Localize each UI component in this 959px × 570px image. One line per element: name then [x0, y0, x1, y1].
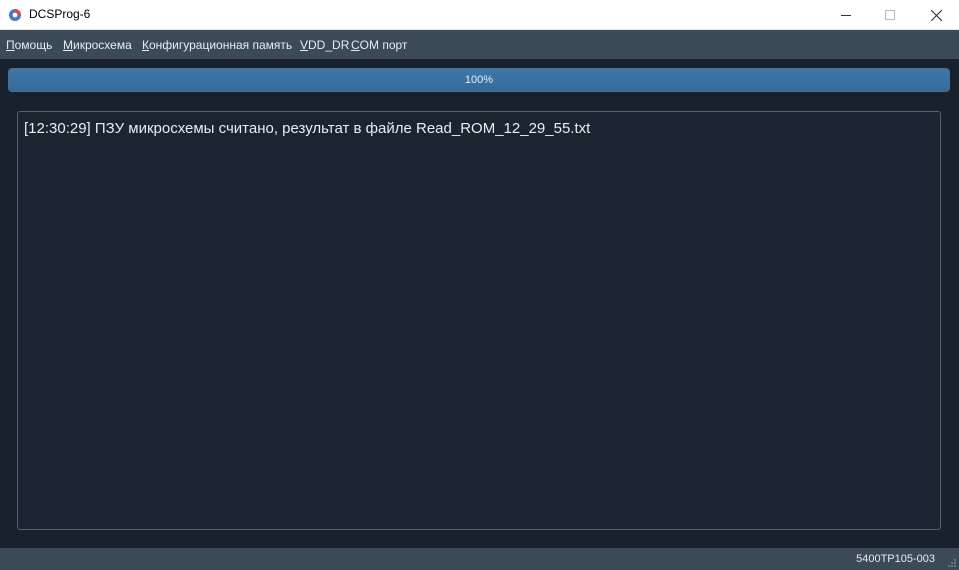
- window-title: DCSProg-6: [29, 7, 91, 21]
- menu-help-mnemonic: П: [6, 38, 15, 52]
- menu-chip-label: икросхема: [73, 38, 132, 52]
- menu-com-port[interactable]: COM порт: [351, 38, 407, 52]
- menu-config-memory-label: онфигурационная память: [149, 38, 293, 52]
- menu-config-memory[interactable]: Конфигурационная память: [142, 38, 292, 52]
- menu-chip-mnemonic: М: [63, 38, 73, 52]
- maximize-button[interactable]: [867, 0, 913, 30]
- menu-bar: Помощь Микросхема Конфигурационная памят…: [0, 30, 959, 59]
- progress-bar: 100%: [8, 68, 950, 92]
- status-bar: 5400TP105-003: [0, 548, 959, 570]
- app-logo-icon: [9, 9, 21, 21]
- title-bar: DCSProg-6: [0, 0, 959, 30]
- menu-config-memory-mnemonic: К: [142, 38, 149, 52]
- log-output[interactable]: [12:30:29] ПЗУ микросхемы считано, резул…: [17, 111, 941, 530]
- log-line: [12:30:29] ПЗУ микросхемы считано, резул…: [24, 120, 591, 137]
- minimize-button[interactable]: [823, 0, 869, 30]
- menu-vdd-dr[interactable]: VDD_DR: [300, 38, 349, 52]
- close-button[interactable]: [913, 0, 959, 30]
- resize-grip-icon[interactable]: [947, 558, 957, 568]
- menu-help[interactable]: Помощь: [6, 38, 52, 52]
- menu-vdd-dr-label: DD_DR: [308, 38, 350, 52]
- minimize-icon: [841, 15, 851, 16]
- maximize-icon: [885, 10, 895, 20]
- menu-vdd-dr-mnemonic: V: [300, 38, 309, 52]
- close-icon: [930, 9, 942, 21]
- menu-chip[interactable]: Микросхема: [63, 38, 132, 52]
- device-status: 5400TP105-003: [856, 553, 935, 565]
- progress-label: 100%: [464, 74, 494, 86]
- menu-com-port-mnemonic: C: [351, 38, 360, 52]
- menu-help-label: омощь: [14, 38, 53, 52]
- menu-com-port-label: OM порт: [359, 38, 408, 52]
